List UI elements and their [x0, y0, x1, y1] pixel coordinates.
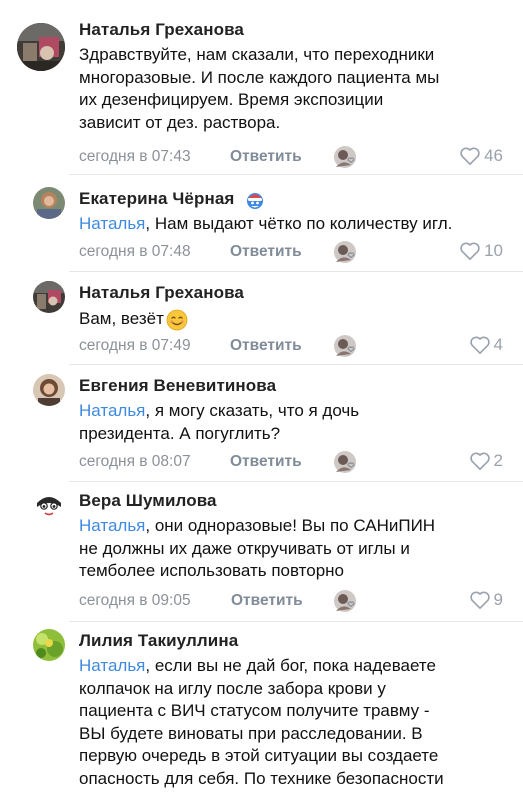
author-name[interactable]: Лилия Такиуллина: [79, 631, 238, 651]
comment-text: Наталья, они одноразовые! Вы по САНиПИН …: [79, 516, 436, 581]
liker-avatar-icon[interactable]: [333, 334, 357, 358]
liker-avatar-icon[interactable]: [333, 145, 357, 169]
comment-text: Вам, везёт: [79, 308, 513, 331]
timestamp: сегодня в 07:49: [79, 337, 191, 354]
comment-text: Наталья, если вы не дай бог, пока надева…: [79, 656, 444, 788]
heart-outline-icon: [469, 591, 490, 609]
author-avatar[interactable]: [33, 629, 65, 661]
reply-button[interactable]: Ответить: [230, 148, 302, 166]
divider: [69, 481, 523, 482]
mention-link[interactable]: Наталья: [79, 214, 145, 233]
author-avatar[interactable]: [33, 489, 65, 521]
like-button[interactable]: 10: [459, 241, 503, 261]
author-avatar[interactable]: [33, 374, 65, 406]
reply-button[interactable]: Ответить: [230, 337, 302, 355]
heart-outline-icon: [469, 336, 490, 354]
author-avatar[interactable]: [33, 187, 65, 219]
smiling-face-emoji: [166, 309, 188, 330]
reply-button[interactable]: Ответить: [231, 592, 303, 610]
like-count: 46: [484, 146, 503, 165]
like-count: 2: [493, 451, 503, 470]
comment-meta: сегодня в 07:43 Ответить 46: [79, 145, 503, 169]
timestamp: сегодня в 07:43: [79, 148, 191, 165]
like-count: 4: [493, 335, 503, 354]
reply-button[interactable]: Ответить: [230, 453, 302, 471]
santa-badge-icon: [247, 192, 264, 209]
comment-meta: сегодня в 07:49 Ответить 4: [79, 334, 503, 358]
mention-link[interactable]: Наталья: [79, 516, 145, 535]
like-count: 10: [484, 241, 503, 260]
like-button[interactable]: 46: [459, 146, 503, 166]
heart-outline-icon: [469, 452, 490, 470]
timestamp: сегодня в 09:05: [79, 592, 191, 609]
liker-avatar-icon[interactable]: [333, 450, 357, 474]
author-avatar[interactable]: [33, 281, 65, 313]
author-name[interactable]: Наталья Греханова: [79, 283, 244, 303]
like-button[interactable]: 2: [469, 451, 503, 471]
author-avatar[interactable]: [17, 23, 65, 71]
author-name[interactable]: Евгения Веневитинова: [79, 376, 276, 396]
author-name[interactable]: Наталья Греханова: [79, 20, 244, 40]
like-count: 9: [493, 590, 503, 609]
reply-button[interactable]: Ответить: [230, 243, 302, 261]
comment-text: Наталья, Нам выдают чётко по количеству …: [79, 214, 453, 233]
author-name[interactable]: Екатерина Чёрная: [79, 189, 265, 210]
divider: [69, 174, 523, 175]
comment-text: Наталья, я могу сказать, что я дочь през…: [79, 401, 360, 443]
divider: [69, 621, 523, 622]
divider: [69, 271, 523, 272]
timestamp: сегодня в 08:07: [79, 453, 191, 470]
author-name[interactable]: Вера Шумилова: [79, 491, 217, 511]
liker-avatar-icon[interactable]: [333, 240, 357, 264]
timestamp: сегодня в 07:48: [79, 243, 191, 260]
like-button[interactable]: 9: [469, 590, 503, 610]
comment-meta: сегодня в 07:48 Ответить 10: [79, 240, 503, 264]
like-button[interactable]: 4: [469, 335, 503, 355]
comment-text: Здравствуйте, нам сказали, что переходни…: [79, 45, 440, 132]
comment-meta: сегодня в 09:05 Ответить 9: [79, 589, 503, 613]
heart-outline-icon: [460, 147, 480, 165]
divider: [69, 364, 523, 365]
comment-meta: сегодня в 08:07 Ответить 2: [79, 450, 503, 474]
heart-outline-icon: [460, 242, 480, 260]
liker-avatar-icon[interactable]: [333, 589, 357, 613]
mention-link[interactable]: Наталья: [79, 401, 145, 420]
mention-link[interactable]: Наталья: [79, 656, 145, 675]
